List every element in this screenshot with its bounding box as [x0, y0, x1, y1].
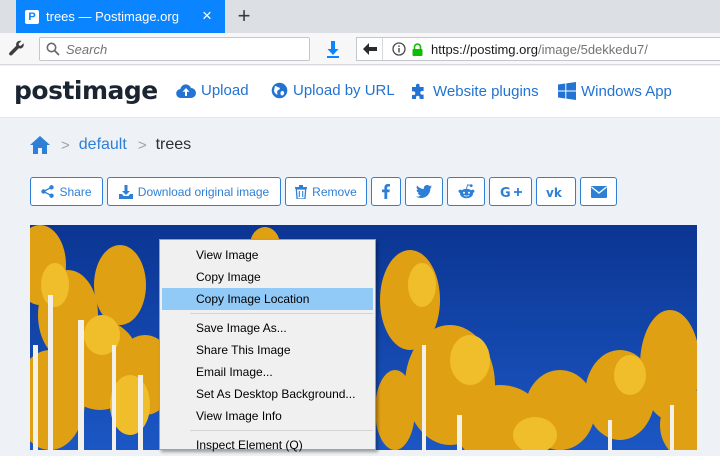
reddit-icon	[458, 184, 474, 199]
nav-upload-by-url-label: Upload by URL	[293, 82, 395, 99]
tab-title: trees — Postimage.org	[46, 9, 179, 24]
menu-item-copy-image[interactable]: Copy Image	[162, 266, 373, 288]
nav-windows-app[interactable]: Windows App	[558, 82, 672, 100]
address-bar[interactable]: https://postimg.org/image/5dekkedu7/	[356, 37, 720, 61]
nav-website-plugins[interactable]: Website plugins	[410, 82, 539, 100]
search-icon	[46, 42, 60, 56]
url-host: https://postimg.org	[431, 41, 538, 57]
google-plus-share-button[interactable]: G	[489, 177, 532, 206]
nav-upload-by-url[interactable]: Upload by URL	[271, 82, 395, 99]
site-header: postimage Upload Upload by URL Website p…	[0, 66, 720, 118]
menu-item-inspect-element[interactable]: Inspect Element (Q)	[162, 434, 373, 456]
menu-item-view-image-info[interactable]: View Image Info	[162, 405, 373, 427]
windows-icon	[558, 82, 576, 100]
download-label: Download original image	[137, 184, 270, 199]
menu-item-set-as-desktop-background[interactable]: Set As Desktop Background...	[162, 383, 373, 405]
home-icon[interactable]	[30, 136, 50, 154]
url-text: https://postimg.org/image/5dekkedu7/	[431, 42, 648, 57]
browser-toolbar: Search https://postimg.org/image/5dekked…	[0, 33, 720, 65]
wrench-icon[interactable]	[8, 40, 26, 58]
info-icon[interactable]	[392, 42, 406, 56]
downloads-icon[interactable]	[323, 39, 343, 59]
facebook-icon	[382, 184, 390, 199]
menu-item-save-image-as[interactable]: Save Image As...	[162, 317, 373, 339]
twitter-share-button[interactable]	[405, 177, 443, 206]
breadcrumb-album-link[interactable]: default	[79, 136, 127, 154]
nav-windows-app-label: Windows App	[581, 82, 672, 100]
menu-item-copy-image-location[interactable]: Copy Image Location	[162, 288, 373, 310]
facebook-share-button[interactable]	[371, 177, 401, 206]
share-icon	[41, 185, 55, 198]
envelope-icon	[590, 185, 607, 198]
postimage-favicon-icon: P	[25, 9, 39, 24]
email-share-button[interactable]	[580, 177, 617, 206]
share-label: Share	[59, 184, 92, 199]
download-original-button[interactable]: Download original image	[107, 177, 281, 206]
postimage-logo[interactable]: postimage	[14, 76, 158, 105]
chevron-right-icon: >	[137, 136, 147, 154]
menu-divider	[190, 313, 373, 314]
menu-item-view-image[interactable]: View Image	[162, 244, 373, 266]
lock-icon	[412, 42, 423, 56]
close-tab-icon[interactable]: ×	[198, 7, 216, 25]
svg-text:vk: vk	[546, 186, 563, 198]
nav-website-plugins-label: Website plugins	[433, 82, 539, 100]
search-placeholder: Search	[66, 41, 108, 57]
globe-icon	[271, 82, 288, 99]
share-button[interactable]: Share	[30, 177, 103, 206]
puzzle-icon	[412, 83, 424, 99]
menu-item-share-this-image[interactable]: Share This Image	[162, 339, 373, 361]
back-button[interactable]	[357, 38, 383, 60]
menu-item-email-image[interactable]: Email Image...	[162, 361, 373, 383]
nav-upload-label: Upload	[201, 82, 249, 99]
remove-button[interactable]: Remove	[285, 177, 367, 206]
google-plus-icon: G	[500, 186, 522, 199]
browser-tab[interactable]: P trees — Postimage.org ×	[16, 0, 225, 33]
reddit-share-button[interactable]	[447, 177, 485, 206]
download-icon	[118, 184, 133, 199]
nav-upload[interactable]: Upload	[176, 82, 249, 99]
twitter-icon	[416, 185, 432, 198]
svg-text:G: G	[500, 186, 511, 199]
back-arrow-icon	[362, 43, 377, 55]
url-path: /image/5dekkedu7/	[537, 41, 648, 57]
vk-share-button[interactable]: vk	[536, 177, 576, 206]
context-menu: View Image Copy Image Copy Image Locatio…	[159, 239, 376, 452]
vk-icon: vk	[546, 186, 563, 198]
breadcrumb-current: trees	[155, 136, 192, 153]
breadcrumb: > default > trees	[30, 136, 191, 154]
cloud-upload-icon	[176, 83, 196, 98]
remove-label: Remove	[312, 184, 357, 199]
new-tab-button[interactable]: +	[233, 4, 255, 28]
trash-icon	[295, 184, 308, 199]
tab-strip: P trees — Postimage.org × +	[0, 0, 720, 33]
menu-divider	[190, 430, 373, 431]
chevron-right-icon: >	[61, 136, 70, 154]
search-input[interactable]: Search	[39, 37, 310, 61]
